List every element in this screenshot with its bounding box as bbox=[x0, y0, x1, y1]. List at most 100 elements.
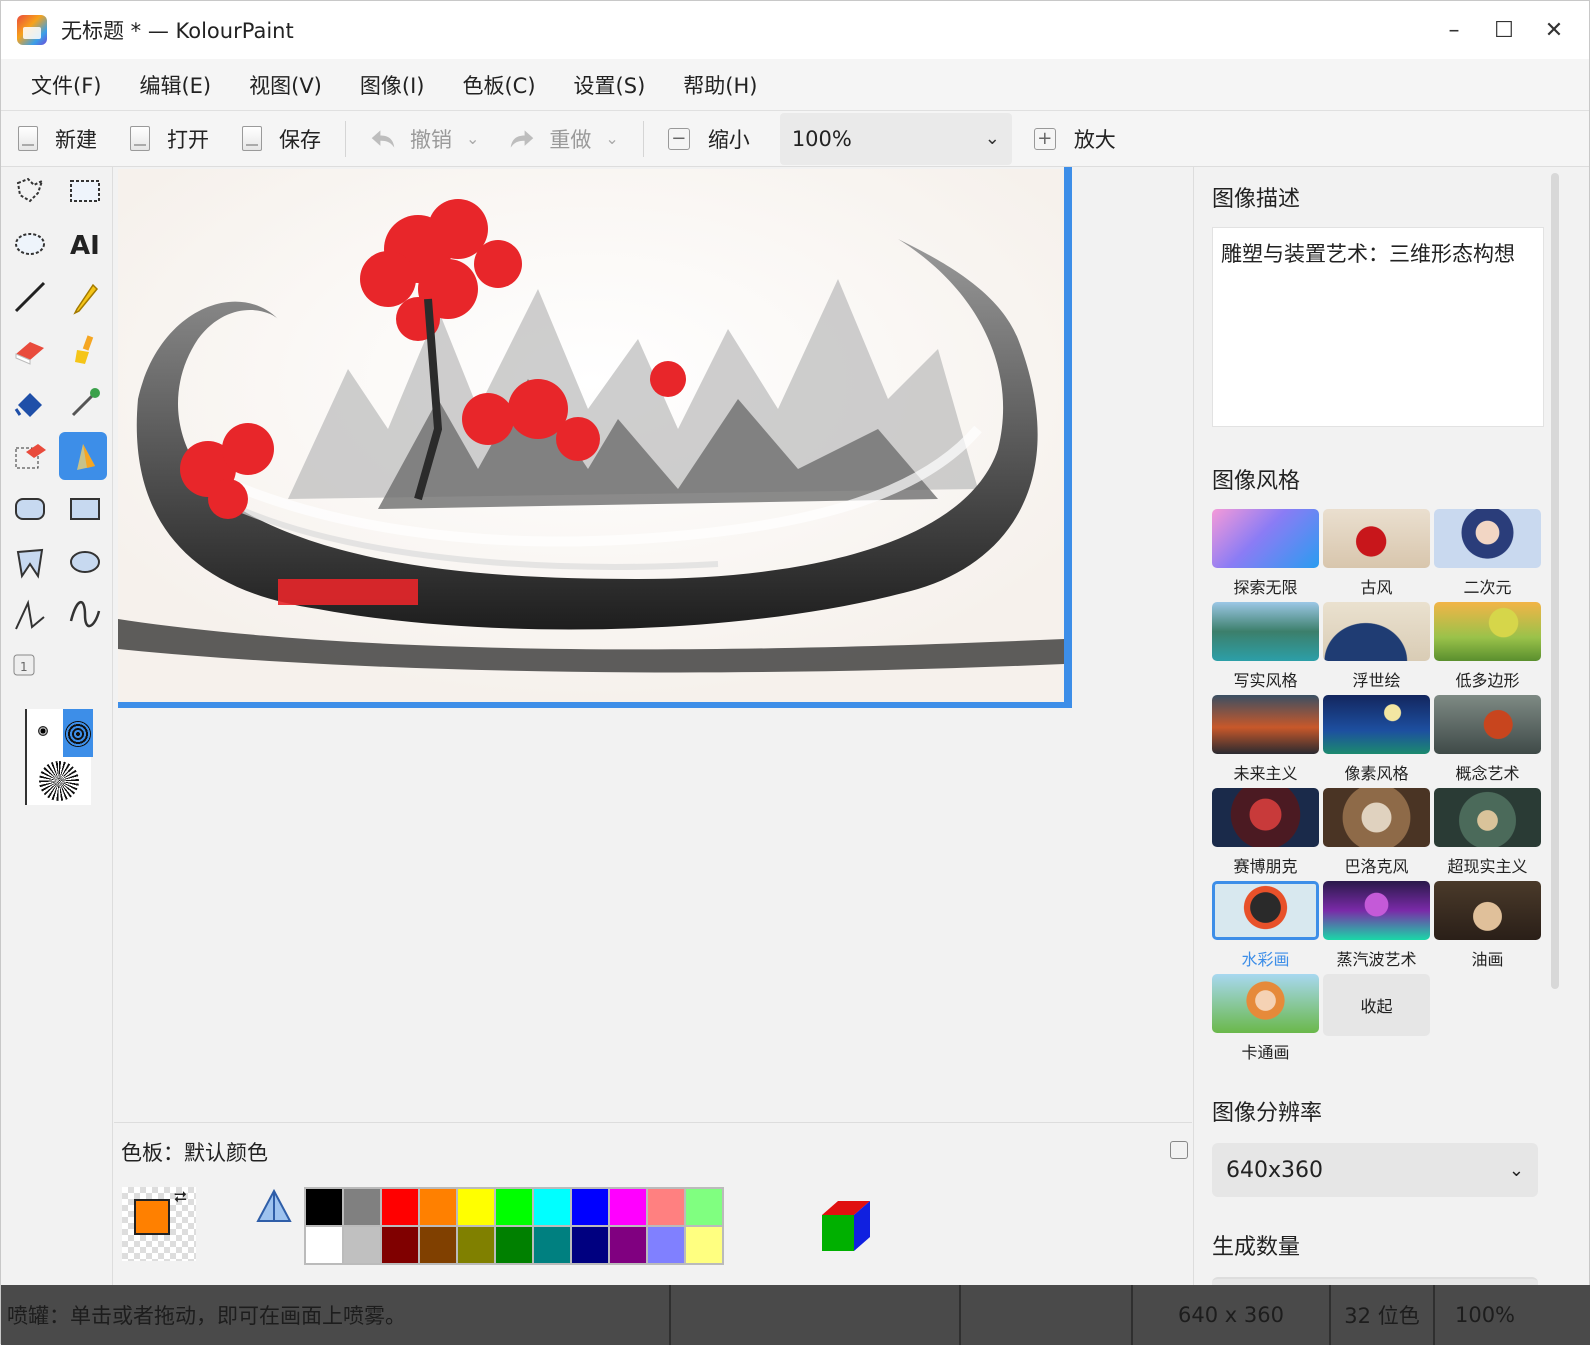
transparent-color-icon[interactable] bbox=[254, 1187, 294, 1227]
redo-button[interactable]: 重做 ⌄ bbox=[509, 124, 619, 154]
color-picker-tool-icon[interactable] bbox=[61, 379, 109, 427]
color-swatch[interactable] bbox=[419, 1226, 457, 1264]
color-swatch[interactable] bbox=[495, 1226, 533, 1264]
menu-view[interactable]: 视图(V) bbox=[249, 70, 322, 100]
spray-size-large-icon[interactable] bbox=[39, 761, 79, 801]
color-swatch[interactable] bbox=[609, 1188, 647, 1226]
image-resolution-select[interactable]: 640x360 ⌄ bbox=[1212, 1143, 1538, 1197]
color-swatch[interactable] bbox=[343, 1226, 381, 1264]
image-description-input[interactable]: 雕塑与装置艺术：三维形态构想 bbox=[1212, 227, 1544, 427]
status-zoom: 100% bbox=[1435, 1285, 1535, 1345]
color-swatch[interactable] bbox=[457, 1188, 495, 1226]
redo-dropdown-icon[interactable]: ⌄ bbox=[605, 129, 618, 148]
foreground-color-swatch[interactable] bbox=[134, 1199, 170, 1235]
zoom-level-select[interactable]: 100% ⌄ bbox=[779, 112, 1012, 165]
color-swatch[interactable] bbox=[495, 1188, 533, 1226]
pencil-tool-icon[interactable] bbox=[61, 273, 109, 321]
zoom-out-button[interactable]: − 缩小 bbox=[667, 124, 750, 154]
style-card-vaporwave[interactable]: 蒸汽波艺术 bbox=[1323, 881, 1430, 970]
style-card-watercolor[interactable]: 水彩画 bbox=[1212, 881, 1319, 970]
menu-file[interactable]: 文件(F) bbox=[31, 70, 101, 100]
style-card-oil-painting[interactable]: 油画 bbox=[1434, 881, 1541, 970]
maximize-button[interactable]: ☐ bbox=[1479, 1, 1529, 59]
right-panel-scrollbar[interactable] bbox=[1551, 173, 1559, 989]
eraser-tool-icon[interactable] bbox=[6, 326, 54, 374]
style-card-low-poly[interactable]: 低多边形 bbox=[1434, 602, 1541, 691]
menu-edit[interactable]: 编辑(E) bbox=[139, 70, 211, 100]
color-swatch[interactable] bbox=[381, 1188, 419, 1226]
brush-tool-icon[interactable] bbox=[61, 326, 109, 374]
style-card-futurism[interactable]: 未来主义 bbox=[1212, 695, 1319, 784]
style-label: 卡通画 bbox=[1241, 1043, 1290, 1062]
style-card-anime[interactable]: 二次元 bbox=[1434, 509, 1541, 598]
menu-image[interactable]: 图像(I) bbox=[360, 70, 425, 100]
color-well[interactable]: ⮂ bbox=[122, 1187, 196, 1261]
zoom-in-button[interactable]: + 放大 bbox=[1033, 124, 1116, 154]
style-thumbnail bbox=[1212, 602, 1319, 661]
color-swatch[interactable] bbox=[419, 1188, 457, 1226]
close-button[interactable]: ✕ bbox=[1529, 1, 1579, 59]
color-swatch[interactable] bbox=[381, 1226, 419, 1264]
curve-tool-icon[interactable] bbox=[61, 591, 109, 639]
canvas-resize-handle-bottom[interactable] bbox=[118, 702, 1072, 708]
color-swatch[interactable] bbox=[571, 1188, 609, 1226]
restore-panel-icon[interactable] bbox=[1170, 1141, 1188, 1159]
text-tool-icon[interactable]: AI bbox=[61, 220, 109, 268]
undo-button[interactable]: 撤销 ⌄ bbox=[370, 124, 479, 154]
rectangle-tool-icon[interactable] bbox=[61, 485, 109, 533]
style-card-ukiyoe[interactable]: 浮世绘 bbox=[1323, 602, 1430, 691]
color-swatch[interactable] bbox=[685, 1188, 723, 1226]
style-card-ancient[interactable]: 古风 bbox=[1323, 509, 1430, 598]
style-card-explore[interactable]: 探索无限 bbox=[1212, 509, 1319, 598]
color-swatch[interactable] bbox=[609, 1226, 647, 1264]
color-swatch[interactable] bbox=[457, 1226, 495, 1264]
style-card-baroque[interactable]: 巴洛克风 bbox=[1323, 788, 1430, 877]
color-swatch[interactable] bbox=[305, 1226, 343, 1264]
style-card-concept-art[interactable]: 概念艺术 bbox=[1434, 695, 1541, 784]
undo-dropdown-icon[interactable]: ⌄ bbox=[466, 129, 479, 148]
new-button[interactable]: 新建 bbox=[15, 124, 97, 154]
menu-settings[interactable]: 设置(S) bbox=[574, 70, 646, 100]
color-swatch[interactable] bbox=[343, 1188, 381, 1226]
spraycan-tool-icon[interactable] bbox=[59, 432, 107, 480]
menu-help[interactable]: 帮助(H) bbox=[683, 70, 757, 100]
generation-count-input[interactable] bbox=[1212, 1277, 1538, 1285]
redo-button-label: 重做 bbox=[549, 127, 592, 152]
style-card-pixel[interactable]: 像素风格 bbox=[1323, 695, 1430, 784]
polyline-tool-icon[interactable] bbox=[6, 591, 54, 639]
rectangular-selection-tool-icon[interactable] bbox=[61, 167, 109, 215]
tool-options-icon[interactable]: 1 bbox=[6, 647, 42, 683]
collapse-styles-card[interactable]: 收起 bbox=[1323, 974, 1430, 1063]
open-button[interactable]: 打开 bbox=[127, 124, 209, 154]
style-card-cyberpunk[interactable]: 赛博朋克 bbox=[1212, 788, 1319, 877]
color-cube-icon[interactable] bbox=[814, 1195, 878, 1259]
spray-size-small-icon[interactable] bbox=[37, 725, 49, 737]
drawing-canvas[interactable] bbox=[118, 169, 1064, 702]
free-form-selection-tool-icon[interactable] bbox=[6, 167, 54, 215]
save-button[interactable]: 保存 bbox=[239, 124, 321, 154]
ellipse-tool-icon[interactable] bbox=[61, 538, 109, 586]
color-swatch[interactable] bbox=[305, 1188, 343, 1226]
line-tool-icon[interactable] bbox=[6, 273, 54, 321]
spray-size-selector[interactable] bbox=[25, 709, 93, 805]
style-card-realistic[interactable]: 写实风格 bbox=[1212, 602, 1319, 691]
color-swatch[interactable] bbox=[533, 1226, 571, 1264]
color-swatch[interactable] bbox=[685, 1226, 723, 1264]
style-card-surrealism[interactable]: 超现实主义 bbox=[1434, 788, 1541, 877]
menu-palette[interactable]: 色板(C) bbox=[462, 70, 535, 100]
rounded-rectangle-tool-icon[interactable] bbox=[6, 485, 54, 533]
style-card-cartoon[interactable]: 卡通画 bbox=[1212, 974, 1319, 1063]
canvas-resize-handle-right[interactable] bbox=[1064, 167, 1072, 708]
collapse-styles-button[interactable]: 收起 bbox=[1323, 974, 1430, 1036]
color-swatch[interactable] bbox=[647, 1226, 685, 1264]
spray-size-medium-icon[interactable] bbox=[65, 721, 91, 747]
elliptical-selection-tool-icon[interactable] bbox=[6, 220, 54, 268]
minimize-button[interactable]: – bbox=[1429, 1, 1479, 59]
color-swatch[interactable] bbox=[571, 1226, 609, 1264]
swap-colors-icon[interactable]: ⮂ bbox=[174, 1187, 187, 1207]
color-swatch[interactable] bbox=[647, 1188, 685, 1226]
color-eraser-tool-icon[interactable] bbox=[6, 432, 54, 480]
color-swatch[interactable] bbox=[533, 1188, 571, 1226]
flood-fill-tool-icon[interactable] bbox=[6, 379, 54, 427]
polygon-tool-icon[interactable] bbox=[6, 538, 54, 586]
